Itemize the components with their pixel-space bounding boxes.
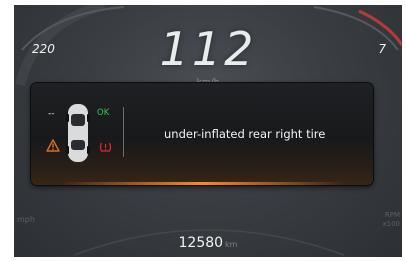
rpm-label: RPM x100 [382,211,400,229]
tire-pressure-warning-popup: -- OK under-inflated rear right tire [31,83,373,185]
front-left-tire-status: -- [48,109,55,119]
warning-message: under-inflated rear right tire [164,127,326,141]
speed-readout: 112 [159,22,257,76]
popup-divider [123,107,124,157]
warning-triangle-icon [46,139,60,152]
odometer-unit: km [225,240,238,249]
tire-pressure-alert-icon [99,142,112,152]
odometer-value: 12580 [178,235,224,251]
rpm-label-top: RPM [384,211,400,219]
popup-glow [61,182,343,185]
screen: 220 112 7 km/h mph RPM x100 12580km -- O… [0,0,406,261]
front-right-tire-status: OK [97,108,110,118]
rpm-label-bottom: x100 [382,220,400,228]
car-top-view-icon [66,104,90,162]
rpm-scale-mark: 7 [378,42,386,56]
mph-label: mph [17,215,35,224]
odometer: 12580 km [14,235,402,251]
